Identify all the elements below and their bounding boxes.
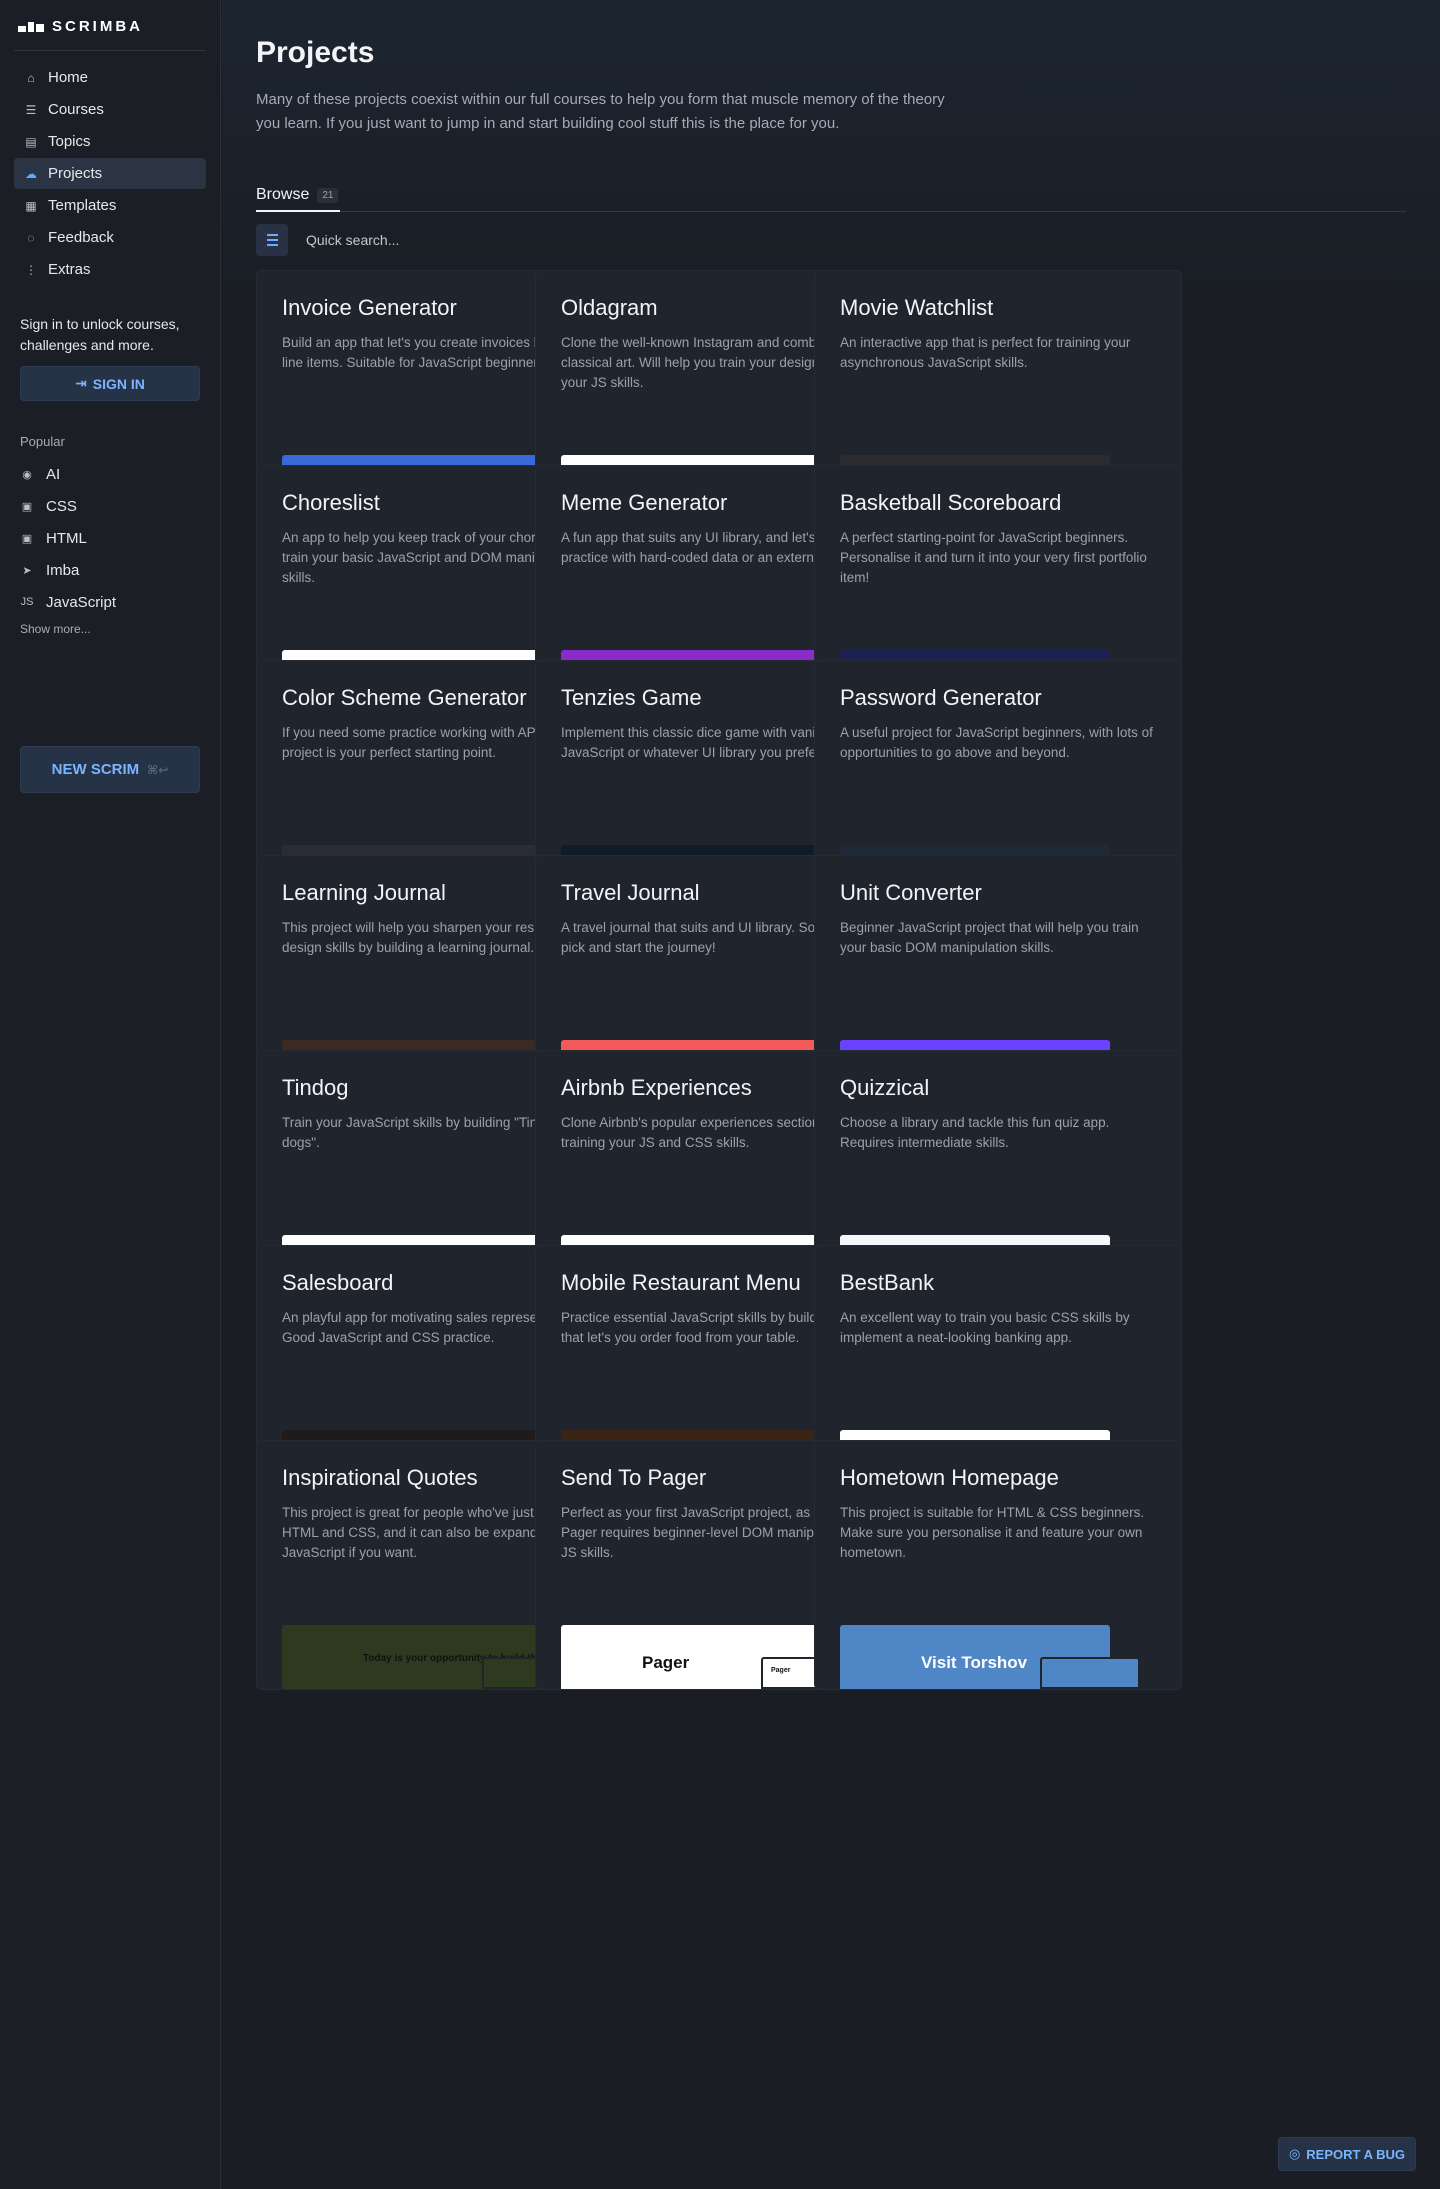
- templates-icon: ▦: [25, 198, 37, 213]
- project-title: Invoice Generator: [282, 295, 457, 320]
- popular-item-css[interactable]: ▣ CSS: [20, 490, 200, 522]
- project-description: A useful project for JavaScript beginner…: [840, 725, 1153, 760]
- project-description: An excellent way to train you basic CSS …: [840, 1310, 1130, 1345]
- project-description: An interactive app that is perfect for t…: [840, 335, 1131, 370]
- popular-item-label: JavaScript: [46, 593, 117, 611]
- logo-text: SCRIMBA: [52, 18, 143, 35]
- sidebar-item-courses[interactable]: ☰ Courses: [14, 94, 206, 125]
- sidebar-item-label: Topics: [48, 133, 91, 150]
- popular-item-label: Imba: [46, 561, 80, 579]
- popular-item-label: HTML: [46, 529, 87, 547]
- report-bug-label: REPORT A BUG: [1306, 2146, 1405, 2162]
- project-mobile-thumbnail: [1040, 1657, 1140, 1689]
- project-title: Salesboard: [282, 1270, 394, 1295]
- topics-icon: ▤: [25, 134, 37, 149]
- sidebar-item-templates[interactable]: ▦ Templates: [14, 190, 206, 221]
- project-title: Mobile Restaurant Menu: [561, 1270, 801, 1295]
- tab-browse[interactable]: Browse 21: [256, 180, 341, 212]
- popular-item-ai[interactable]: ◉ AI: [20, 458, 200, 490]
- project-title: Learning Journal: [282, 880, 446, 905]
- project-title: Hometown Homepage: [840, 1465, 1059, 1490]
- popular-list: ◉ AI ▣ CSS ▣ HTML ➤ Imba JS JavaScript: [20, 458, 200, 618]
- sidebar-item-label: Templates: [48, 197, 117, 214]
- project-count-badge: 21: [317, 187, 339, 203]
- html-icon: ▣: [21, 532, 33, 545]
- report-bug-button[interactable]: ◎ REPORT A BUG: [1277, 2137, 1416, 2171]
- sidebar-item-extras[interactable]: ⋮ Extras: [14, 254, 206, 285]
- new-scrim-label: NEW SCRIM: [51, 761, 140, 778]
- project-title: Travel Journal: [561, 880, 700, 905]
- courses-icon: ☰: [25, 102, 37, 117]
- show-more-link[interactable]: Show more...: [20, 622, 91, 636]
- tab-bar: Browse 21: [256, 180, 1406, 212]
- project-title: Meme Generator: [561, 490, 728, 515]
- sign-in-button[interactable]: ⇥ SIGN IN: [20, 366, 200, 401]
- imba-icon: ➤: [22, 564, 32, 577]
- popular-item-html[interactable]: ▣ HTML: [20, 522, 200, 554]
- project-title: BestBank: [840, 1270, 935, 1295]
- project-title: Unit Converter: [840, 880, 982, 905]
- sidebar-item-projects[interactable]: ☁ Projects: [14, 158, 206, 189]
- project-card[interactable]: Hometown Homepage This project is suitabl…: [814, 1440, 1182, 1690]
- bug-icon: ◎: [1288, 2146, 1301, 2161]
- projects-icon: ☁: [25, 166, 37, 181]
- thumbnail-label: Pager: [642, 1653, 690, 1672]
- javascript-icon: JS: [20, 596, 34, 608]
- filter-menu-icon[interactable]: [256, 224, 288, 256]
- project-title: Tenzies Game: [561, 685, 702, 710]
- popular-item-javascript[interactable]: JS JavaScript: [20, 586, 200, 618]
- sidebar-item-label: Feedback: [48, 229, 114, 246]
- project-description: A perfect starting-point for JavaScript …: [840, 530, 1147, 585]
- project-title: Oldagram: [561, 295, 658, 320]
- sidebar-item-label: Courses: [48, 101, 104, 118]
- sidebar-item-label: Extras: [48, 261, 91, 278]
- sidebar-divider: [14, 50, 206, 51]
- project-title: Password Generator: [840, 685, 1042, 710]
- sidebar-item-feedback[interactable]: ◌ Feedback: [14, 222, 206, 253]
- project-title: Inspirational Quotes: [282, 1465, 478, 1490]
- home-icon: ⌂: [27, 70, 35, 85]
- scrimba-logo[interactable]: SCRIMBA: [18, 18, 143, 35]
- project-title: Basketball Scoreboard: [840, 490, 1062, 515]
- project-title: Movie Watchlist: [840, 295, 994, 320]
- signin-prompt: Sign in to unlock courses, challenges an…: [20, 316, 180, 353]
- extras-icon: ⋮: [25, 262, 37, 277]
- ai-icon: ◉: [22, 468, 32, 481]
- project-title: Quizzical: [840, 1075, 930, 1100]
- sidebar: SCRIMBA ⌂ Home ☰ Courses ▤ Topics ☁ Projects ▦ Te…: [0, 0, 221, 2189]
- project-title: Color Scheme Generator: [282, 685, 527, 710]
- popular-item-imba[interactable]: ➤ Imba: [20, 554, 200, 586]
- sign-in-icon: ⇥: [75, 375, 87, 391]
- project-description: Choose a library and tackle this fun qui…: [840, 1115, 1110, 1150]
- search-row: [256, 224, 606, 256]
- project-title: Send To Pager: [561, 1465, 707, 1490]
- sidebar-item-label: Projects: [48, 165, 103, 182]
- sign-in-label: SIGN IN: [92, 375, 145, 392]
- new-scrim-button[interactable]: NEW SCRIM ⌘↩: [20, 746, 200, 793]
- new-scrim-shortcut: ⌘↩: [147, 762, 169, 777]
- logo-mark-icon: [18, 21, 44, 32]
- project-title: Airbnb Experiences: [561, 1075, 752, 1100]
- project-title: Tindog: [282, 1075, 349, 1100]
- main-nav: ⌂ Home ☰ Courses ▤ Topics ☁ Projects ▦ Templates ◌…: [14, 62, 206, 286]
- popular-heading: Popular: [20, 434, 65, 449]
- tab-browse-label: Browse: [256, 186, 310, 203]
- main-content: Projects Many of these projects coexist …: [222, 0, 1440, 2189]
- page-description: Many of these projects coexist within ou…: [256, 91, 945, 132]
- sidebar-item-label: Home: [48, 69, 89, 86]
- popular-item-label: AI: [46, 465, 61, 483]
- popular-item-label: CSS: [46, 497, 77, 515]
- project-description: Beginner JavaScript project that will he…: [840, 920, 1139, 955]
- sidebar-item-home[interactable]: ⌂ Home: [14, 62, 206, 93]
- sidebar-item-topics[interactable]: ▤ Topics: [14, 126, 206, 157]
- quick-search-input[interactable]: [306, 232, 606, 248]
- feedback-icon: ◌: [27, 230, 35, 245]
- css-icon: ▣: [21, 500, 33, 513]
- thumbnail-label: Visit Torshov: [921, 1653, 1028, 1672]
- project-title: Choreslist: [282, 490, 380, 515]
- mobile-thumbnail-label: Pager: [771, 1667, 791, 1674]
- project-description: This project is suitable for HTML & CSS …: [840, 1505, 1145, 1560]
- page-title: Projects: [256, 36, 375, 69]
